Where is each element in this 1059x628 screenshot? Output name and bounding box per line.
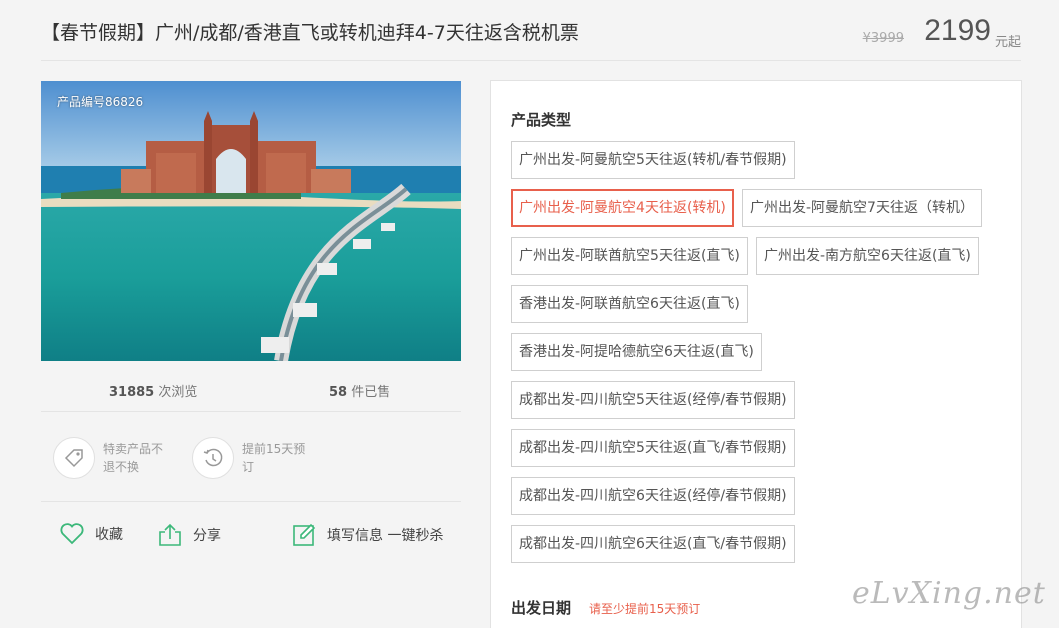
views-label: 次浏览 <box>158 385 198 400</box>
badge-text: 特卖产品不退不换 <box>103 442 164 474</box>
favorite-button[interactable]: 收藏 <box>59 522 123 546</box>
share-label: 分享 <box>193 528 221 544</box>
views-count: 31885 <box>109 385 155 400</box>
share-button[interactable]: 分享 <box>157 522 221 548</box>
sold-count: 58 <box>329 385 348 400</box>
price-unit: 元起 <box>994 35 1021 50</box>
advance-booking-badge: 提前15天预订 <box>192 437 308 479</box>
product-type-label: 产品类型 <box>511 111 572 129</box>
product-title: 【春节假期】广州/成都/香港直飞或转机迪拜4-7天往返含税机票 <box>41 22 579 44</box>
fill-info-label: 填写信息 一键秒杀 <box>327 528 444 544</box>
product-option[interactable]: 广州出发-阿联酋航空5天往返(直飞) <box>511 237 748 275</box>
product-option[interactable]: 成都出发-四川航空6天往返(经停/春节假期) <box>511 477 795 515</box>
no-refund-badge: 特卖产品不退不换 <box>53 437 169 479</box>
share-icon <box>159 523 181 546</box>
favorite-label: 收藏 <box>95 527 123 543</box>
departure-date-hint: 请至少提前15天预订 <box>589 602 701 616</box>
badge-text: 提前15天预订 <box>242 442 306 474</box>
product-stats: 31885 次浏览 58 件已售 <box>41 362 461 412</box>
edit-icon <box>293 523 316 546</box>
product-option[interactable]: 成都出发-四川航空5天往返(经停/春节假期) <box>511 381 795 419</box>
heart-icon <box>60 523 84 545</box>
clock-history-icon <box>192 437 234 479</box>
product-option[interactable]: 广州出发-南方航空6天往返(直飞) <box>756 237 979 275</box>
sold-label: 件已售 <box>351 385 391 400</box>
product-option[interactable]: 香港出发-阿提哈德航空6天往返(直飞) <box>511 333 762 371</box>
product-option-selected[interactable]: 广州出发-阿曼航空4天往返(转机) <box>511 189 734 227</box>
views-stat: 31885 次浏览 <box>109 381 197 400</box>
product-photo: 产品编号86826 <box>41 81 461 361</box>
product-header: 【春节假期】广州/成都/香港直飞或转机迪拜4-7天往返含税机票 ¥3999 21… <box>41 0 1021 61</box>
product-option[interactable]: 广州出发-阿曼航空5天往返(转机/春节假期) <box>511 141 795 179</box>
original-price: ¥3999 <box>862 31 904 46</box>
sold-stat: 58 件已售 <box>329 381 390 400</box>
product-option[interactable]: 香港出发-阿联酋航空6天往返(直飞) <box>511 285 748 323</box>
tag-icon <box>53 437 95 479</box>
booking-panel: 产品类型 广州出发-阿曼航空5天往返(转机/春节假期) 广州出发-阿曼航空4天往… <box>490 80 1022 628</box>
current-price: 2199 <box>924 14 991 47</box>
site-watermark: eLvXing.net <box>852 576 1046 611</box>
product-id: 产品编号86826 <box>57 95 144 109</box>
product-option[interactable]: 成都出发-四川航空6天往返(直飞/春节假期) <box>511 525 795 563</box>
departure-date-label: 出发日期 <box>511 599 572 617</box>
product-option[interactable]: 成都出发-四川航空5天往返(直飞/春节假期) <box>511 429 795 467</box>
product-option[interactable]: 广州出发-阿曼航空7天往返（转机） <box>742 189 982 227</box>
policy-badges: 特卖产品不退不换 提前15天预订 <box>41 412 461 502</box>
fill-info-button[interactable]: 填写信息 一键秒杀 <box>291 522 443 548</box>
action-bar: 收藏 分享 填写信息 一键秒杀 <box>41 502 461 572</box>
